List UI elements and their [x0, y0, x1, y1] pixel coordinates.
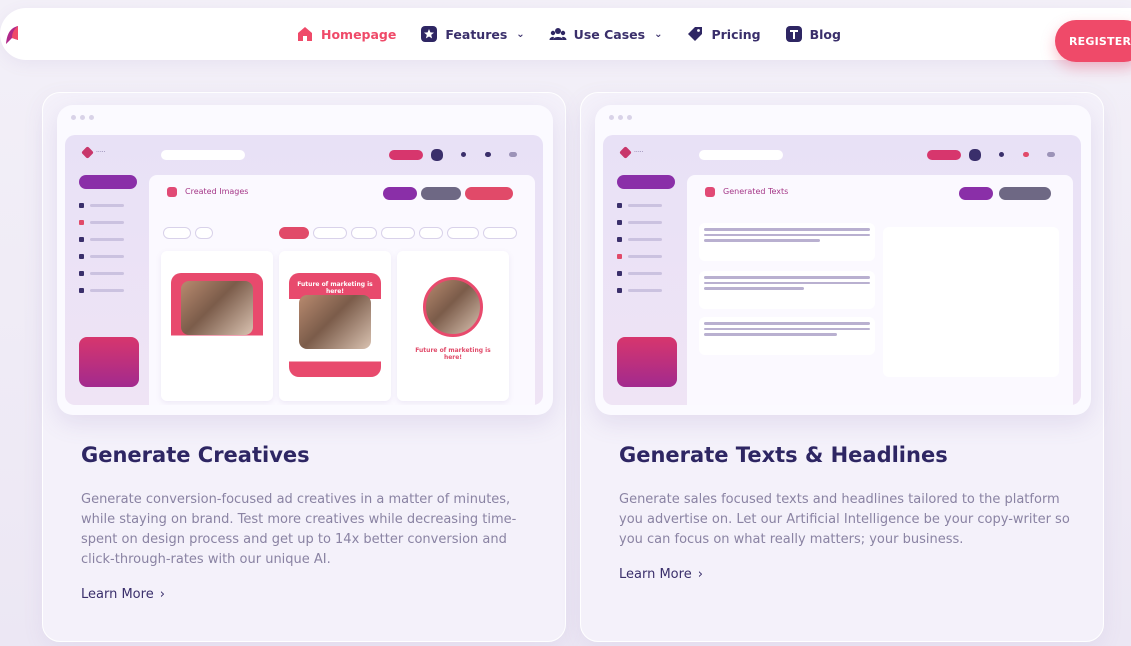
- app-sidebar: [79, 175, 141, 397]
- card-description: Generate sales focused texts and headlin…: [619, 492, 1070, 547]
- app-mockup-window: ····· Created Images Future of marketing…: [57, 105, 553, 415]
- star-icon: [421, 26, 438, 42]
- home-icon: [298, 27, 312, 41]
- text-editor-panel: [883, 227, 1059, 377]
- creative-thumbnails: Future of marketing is here! Future of m…: [161, 251, 509, 401]
- app-screenshot: ····· Generated Texts: [603, 135, 1081, 405]
- feature-card-creatives: ····· Created Images Future of marketing…: [42, 92, 566, 642]
- main-nav: Homepage Features ⌄ Use Cases ⌄ Pricing …: [296, 8, 841, 60]
- app-mockup-window: ····· Generated Texts: [595, 105, 1091, 415]
- nav-blog[interactable]: Blog: [785, 25, 841, 43]
- window-dots: [609, 115, 632, 120]
- nav-features[interactable]: Features ⌄: [420, 25, 525, 43]
- window-dots: [71, 115, 94, 120]
- mock-panel-title: Created Images: [185, 187, 249, 196]
- nav-homepage[interactable]: Homepage: [296, 25, 396, 43]
- tag-icon: [688, 27, 703, 41]
- top-navbar: Homepage Features ⌄ Use Cases ⌄ Pricing …: [0, 8, 1131, 62]
- app-sidebar: [617, 175, 679, 397]
- app-logo-icon: ·····: [81, 146, 106, 159]
- chevron-right-icon: ›: [159, 587, 165, 602]
- learn-more-link[interactable]: Learn More ›: [619, 567, 703, 582]
- nav-homepage-label: Homepage: [321, 26, 397, 42]
- feature-card-texts: ····· Generated Texts Generate Texts & H…: [580, 92, 1104, 642]
- chevron-right-icon: ›: [697, 567, 703, 582]
- creative-thumbnail: Future of marketing is here!: [161, 251, 273, 401]
- nav-pricing-label: Pricing: [711, 26, 761, 42]
- register-button[interactable]: REGISTER: [1055, 20, 1131, 62]
- creative-thumbnail: Future of marketing is here!: [279, 251, 391, 401]
- blog-icon: [785, 26, 802, 42]
- brand-logo-icon[interactable]: [4, 24, 20, 46]
- nav-use-cases-label: Use Cases: [573, 26, 646, 42]
- card-title: Generate Texts & Headlines: [619, 443, 948, 467]
- nav-pricing[interactable]: Pricing: [686, 25, 761, 43]
- learn-more-label: Learn More: [81, 587, 154, 602]
- creative-thumbnail: Future of marketing is here!: [397, 251, 509, 401]
- app-main-panel: Created Images Future of marketing is he…: [149, 175, 535, 405]
- learn-more-label: Learn More: [619, 567, 692, 582]
- app-main-panel: Generated Texts: [687, 175, 1073, 405]
- app-topbar: ·····: [65, 135, 543, 175]
- card-description: Generate conversion-focused ad creatives…: [81, 492, 517, 567]
- nav-blog-label: Blog: [809, 26, 841, 42]
- card-title: Generate Creatives: [81, 443, 310, 467]
- learn-more-link[interactable]: Learn More ›: [81, 587, 165, 602]
- chevron-down-icon: ⌄: [516, 28, 525, 40]
- nav-use-cases[interactable]: Use Cases ⌄: [549, 25, 663, 43]
- app-topbar: ·····: [603, 135, 1081, 175]
- chevron-down-icon: ⌄: [654, 28, 663, 40]
- mock-panel-title: Generated Texts: [723, 187, 789, 196]
- app-screenshot: ····· Created Images Future of marketing…: [65, 135, 543, 405]
- users-icon: [549, 28, 567, 40]
- app-logo-icon: ·····: [619, 146, 644, 159]
- nav-features-label: Features: [445, 26, 508, 42]
